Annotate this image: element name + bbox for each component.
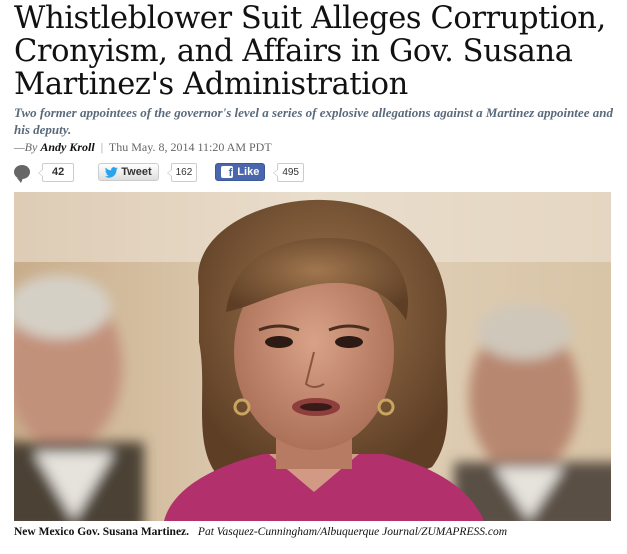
photo-caption: New Mexico Gov. Susana Martinez. Pat Vas… <box>14 526 624 538</box>
author-link[interactable]: Andy Kroll <box>40 140 94 154</box>
comment-count[interactable]: 42 <box>37 162 75 182</box>
publish-date: Thu May. 8, 2014 11:20 AM PDT <box>108 140 272 154</box>
photo-credit: Pat Vasquez-Cunningham/Albuquerque Journ… <box>197 526 508 538</box>
article-photo <box>14 192 611 521</box>
governor-photo <box>14 192 611 521</box>
article-dek: Two former appointees of the governor's … <box>14 105 613 137</box>
tweet-count[interactable]: 162 <box>166 162 198 182</box>
article-headline: Whistleblower Suit Alleges Corruption, C… <box>14 1 606 102</box>
article-page: Whistleblower Suit Alleges Corruption, C… <box>0 0 627 554</box>
tweet-button[interactable]: Tweet <box>98 163 159 181</box>
social-share-bar: 42 Tweet 162 f Like 495 <box>14 162 304 183</box>
tweet-label: Tweet <box>121 166 152 178</box>
facebook-icon: f <box>221 166 234 178</box>
like-count[interactable]: 495 <box>273 162 304 182</box>
comment-icon[interactable] <box>14 165 30 183</box>
facebook-like-button[interactable]: f Like <box>215 163 266 181</box>
byline-prefix: —By <box>14 140 38 154</box>
twitter-bird-icon <box>105 166 119 178</box>
byline-separator: | <box>100 140 104 154</box>
caption-subject: New Mexico Gov. Susana Martinez. <box>14 526 190 538</box>
like-label: Like <box>237 166 260 178</box>
byline: —By Andy Kroll | Thu May. 8, 2014 11:20 … <box>14 140 272 155</box>
